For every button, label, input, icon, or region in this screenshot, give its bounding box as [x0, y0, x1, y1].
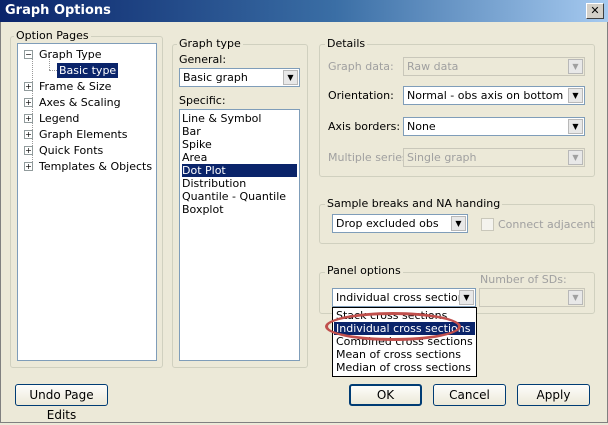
specific-label: Specific: [179, 94, 226, 107]
expand-icon[interactable]: + [24, 146, 33, 155]
expand-icon[interactable]: + [24, 114, 33, 123]
chevron-down-icon[interactable]: ▼ [283, 70, 298, 85]
multiple-series-value: Single graph [407, 151, 477, 164]
number-of-sds-select[interactable]: ▼ [479, 288, 585, 307]
chevron-down-icon[interactable]: ▼ [459, 290, 474, 305]
tree-item-label: Graph Elements [39, 128, 128, 141]
number-of-sds-label: Number of SDs: [480, 273, 567, 286]
dropdown-item[interactable]: Stack cross sections [334, 309, 475, 322]
orientation-label: Orientation: [328, 89, 394, 102]
list-item[interactable]: Dot Plot [182, 164, 297, 177]
list-item[interactable]: Boxplot [182, 203, 297, 216]
dropdown-item[interactable]: Mean of cross sections [334, 348, 475, 361]
chevron-down-icon[interactable]: ▼ [568, 119, 583, 134]
dropdown-item[interactable]: Median of cross sections [334, 361, 475, 374]
window-title: Graph Options [5, 3, 111, 18]
multiple-series-select[interactable]: Single graph ▼ [403, 148, 585, 167]
chevron-down-icon[interactable]: ▼ [568, 88, 583, 103]
sample-breaks-select[interactable]: Drop excluded obs ▼ [332, 214, 468, 233]
panel-options-dropdown[interactable]: Stack cross sections Individual cross se… [332, 307, 477, 377]
dropdown-item[interactable]: Combined cross sections [334, 335, 475, 348]
axis-borders-value: None [407, 120, 436, 133]
tree-line [49, 70, 57, 71]
apply-button[interactable]: Apply [517, 384, 590, 406]
chevron-down-icon[interactable]: ▼ [568, 150, 583, 165]
orientation-value: Normal - obs axis on bottom [407, 89, 564, 102]
connect-adjacent-label: Connect adjacent [498, 218, 595, 231]
expand-icon[interactable]: + [24, 98, 33, 107]
expand-icon[interactable]: + [24, 162, 33, 171]
specific-list[interactable]: Line & Symbol Bar Spike Area Dot Plot Di… [179, 109, 300, 361]
axis-borders-label: Axis borders: [328, 120, 401, 133]
sample-breaks-value: Drop excluded obs [336, 217, 439, 230]
chevron-down-icon[interactable]: ▼ [451, 216, 466, 231]
graph-data-select[interactable]: Raw data ▼ [403, 57, 585, 76]
ok-button[interactable]: OK [349, 384, 422, 406]
list-item[interactable]: Quantile - Quantile [182, 190, 297, 203]
connect-adjacent-checkbox[interactable] [481, 218, 494, 231]
list-item[interactable]: Spike [182, 138, 297, 151]
list-item[interactable]: Area [182, 151, 297, 164]
general-select[interactable]: Basic graph ▼ [179, 68, 300, 87]
tree-item-label: Quick Fonts [39, 144, 104, 157]
tree-item-label: Frame & Size [39, 80, 112, 93]
undo-page-edits-button[interactable]: Undo Page Edits [15, 384, 108, 422]
cancel-button[interactable]: Cancel [433, 384, 506, 406]
orientation-select[interactable]: Normal - obs axis on bottom ▼ [403, 86, 585, 105]
list-item[interactable]: Distribution [182, 177, 297, 190]
graph-data-value: Raw data [407, 60, 459, 73]
chevron-down-icon[interactable]: ▼ [568, 59, 583, 74]
tree-item-basic-type[interactable]: Basic type [57, 63, 119, 78]
option-pages-label: Option Pages [14, 29, 91, 42]
tree-item-label: Graph Type [39, 48, 102, 61]
list-item[interactable]: Line & Symbol [182, 112, 297, 125]
details-label: Details [325, 37, 368, 50]
axis-borders-select[interactable]: None ▼ [403, 117, 585, 136]
tree-item-label: Legend [39, 112, 80, 125]
tree-item-label: Templates & Objects [39, 160, 153, 173]
title-bar: Graph Options ✕ [0, 0, 608, 22]
expand-icon[interactable]: + [24, 130, 33, 139]
list-item[interactable]: Bar [182, 125, 297, 138]
tree-item-label: Basic type [59, 64, 117, 77]
chevron-down-icon[interactable]: ▼ [568, 290, 583, 305]
option-pages-tree[interactable]: − Graph Type Basic type + Frame & Size +… [17, 43, 157, 361]
close-icon: ✕ [590, 4, 600, 17]
multiple-series-label: Multiple series: [328, 151, 412, 164]
tree-item-label: Axes & Scaling [39, 96, 121, 109]
panel-options-value: Individual cross sections [336, 291, 471, 304]
graph-type-label: Graph type [177, 37, 243, 50]
graph-data-label: Graph data: [328, 60, 394, 73]
panel-options-label: Panel options [325, 264, 403, 277]
dropdown-item[interactable]: Individual cross sections [334, 322, 475, 335]
sample-breaks-label: Sample breaks and NA handing [325, 197, 503, 210]
expand-icon[interactable]: + [24, 82, 33, 91]
general-label: General: [179, 53, 227, 66]
close-button[interactable]: ✕ [586, 3, 604, 19]
panel-options-select[interactable]: Individual cross sections ▼ [332, 288, 476, 307]
collapse-icon[interactable]: − [24, 50, 33, 59]
general-value: Basic graph [183, 71, 248, 84]
